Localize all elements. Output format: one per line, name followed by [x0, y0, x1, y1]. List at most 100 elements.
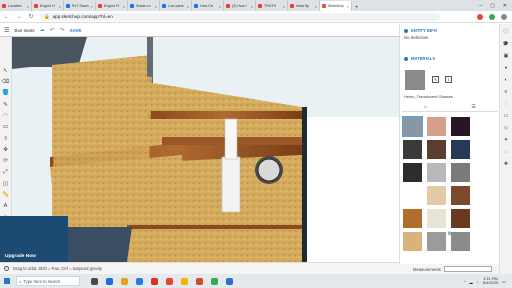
- tab-close-icon[interactable]: ×: [91, 4, 93, 9]
- pushpull-tool-icon[interactable]: ⇧: [2, 136, 9, 143]
- measurements-input[interactable]: [443, 266, 492, 272]
- materials-tab-icon[interactable]: ●: [503, 64, 510, 71]
- info-icon[interactable]: [4, 266, 9, 271]
- import-material-icon[interactable]: ⇩: [445, 76, 452, 83]
- browser-tab[interactable]: (2) How t ×: [224, 1, 256, 11]
- material-swatch[interactable]: [402, 116, 423, 137]
- taskbar-app-icon[interactable]: [225, 277, 234, 286]
- entity-info-header[interactable]: ENTITY INFO: [400, 26, 499, 35]
- taskbar-app-icon[interactable]: [165, 277, 174, 286]
- edit-material-icon[interactable]: ✎: [432, 76, 439, 83]
- taskbar-search[interactable]: ⌕ Type here to search: [16, 276, 80, 286]
- extensions-icon[interactable]: ✚: [503, 160, 510, 167]
- taskbar-app-icon[interactable]: [195, 277, 204, 286]
- move-tool-icon[interactable]: ✥: [2, 147, 9, 154]
- profile-icon[interactable]: [501, 13, 507, 20]
- material-swatch[interactable]: [427, 186, 446, 205]
- line-tool-icon[interactable]: ✎: [2, 102, 9, 109]
- shape-tool-icon[interactable]: ▭: [2, 124, 9, 131]
- notification-icon[interactable]: ▭: [502, 279, 506, 284]
- soften-icon[interactable]: ◌: [503, 148, 510, 155]
- extension-icon[interactable]: [489, 13, 495, 20]
- instructor-icon[interactable]: 🎓: [503, 40, 510, 47]
- material-swatch[interactable]: [451, 209, 470, 228]
- material-swatch[interactable]: [427, 163, 446, 182]
- home-icon[interactable]: ⌂: [424, 104, 427, 110]
- entity-info-tab-icon[interactable]: ⓘ: [503, 28, 510, 35]
- scenes-icon[interactable]: ▭: [503, 112, 510, 119]
- tab-close-icon[interactable]: ×: [315, 4, 317, 9]
- taskbar-app-icon[interactable]: [120, 277, 129, 286]
- text-tool-icon[interactable]: A: [2, 204, 9, 211]
- minimize-icon[interactable]: –: [479, 3, 482, 9]
- close-icon[interactable]: ✕: [503, 3, 507, 9]
- material-swatch[interactable]: [451, 117, 470, 136]
- taskbar-app-icon[interactable]: [180, 277, 189, 286]
- extension-icon[interactable]: [477, 13, 483, 20]
- tab-close-icon[interactable]: ×: [59, 4, 61, 9]
- styles-icon[interactable]: ◐: [503, 76, 510, 83]
- tab-close-icon[interactable]: ×: [283, 4, 285, 9]
- settings-icon[interactable]: ⚙: [447, 231, 451, 237]
- browser-tab[interactable]: How Ca ×: [192, 1, 224, 11]
- tab-close-icon[interactable]: ×: [347, 4, 349, 9]
- material-swatch[interactable]: [403, 186, 422, 205]
- tab-close-icon[interactable]: ×: [219, 4, 221, 9]
- paint-tool-icon[interactable]: 🪣: [2, 91, 9, 98]
- tab-close-icon[interactable]: ×: [27, 4, 29, 9]
- material-swatch[interactable]: [451, 186, 470, 205]
- browser-tab[interactable]: Insta Sp ×: [288, 1, 320, 11]
- browser-tab[interactable]: Location ×: [0, 1, 32, 11]
- tab-close-icon[interactable]: ×: [123, 4, 125, 9]
- browser-tab[interactable]: RLT Racin ×: [64, 1, 96, 11]
- taskbar-app-icon[interactable]: [105, 277, 114, 286]
- network-icon[interactable]: ▂: [470, 279, 473, 284]
- scale-tool-icon[interactable]: ⤢: [2, 170, 9, 177]
- menu-icon[interactable]: ☰: [4, 27, 9, 34]
- components-icon[interactable]: ▣: [503, 52, 510, 59]
- volume-icon[interactable]: ♪: [477, 279, 479, 284]
- browser-tab[interactable]: Low pane ×: [160, 1, 192, 11]
- arc-tool-icon[interactable]: ◠: [2, 113, 9, 120]
- maximize-icon[interactable]: ▢: [490, 3, 495, 9]
- back-icon[interactable]: ←: [4, 14, 10, 20]
- material-swatch[interactable]: [451, 140, 470, 159]
- clock[interactable]: 1:31 PM 8/4/2020: [483, 276, 499, 286]
- taskbar-app-icon[interactable]: [135, 277, 144, 286]
- solid-tools-icon[interactable]: ✦: [503, 136, 510, 143]
- display-icon[interactable]: ◇: [503, 124, 510, 131]
- tray-chevron-icon[interactable]: ^: [464, 279, 466, 284]
- select-tool-icon[interactable]: ↖: [2, 68, 9, 75]
- materials-header[interactable]: MATERIALS: [400, 54, 499, 63]
- upgrade-label[interactable]: Upgrade Now: [5, 254, 36, 259]
- outliner-icon[interactable]: ⋮: [503, 100, 510, 107]
- browser-tab[interactable]: SketchUp ×: [320, 1, 352, 11]
- material-swatch[interactable]: [427, 117, 446, 136]
- address-bar[interactable]: 🔒 app.sketchup.com/app?hl=en: [40, 12, 440, 21]
- tab-close-icon[interactable]: ×: [187, 4, 189, 9]
- start-button[interactable]: [2, 276, 12, 286]
- material-swatch[interactable]: [403, 140, 422, 159]
- material-swatch[interactable]: [451, 163, 470, 182]
- tape-tool-icon[interactable]: 📏: [2, 192, 9, 199]
- browser-tab[interactable]: Engine Fr ×: [96, 1, 128, 11]
- redo-icon[interactable]: ↷: [60, 27, 65, 34]
- browser-tab[interactable]: Engine H ×: [32, 1, 64, 11]
- current-material-preview[interactable]: [405, 70, 425, 90]
- taskbar-app-icon[interactable]: [90, 277, 99, 286]
- save-button[interactable]: SAVE: [70, 28, 82, 33]
- taskbar-app-icon[interactable]: [210, 277, 219, 286]
- eraser-tool-icon[interactable]: ⌫: [2, 79, 10, 86]
- forward-icon[interactable]: →: [16, 14, 22, 20]
- tab-close-icon[interactable]: ×: [155, 4, 157, 9]
- offset-tool-icon[interactable]: ◫: [2, 181, 9, 188]
- undo-icon[interactable]: ↶: [50, 27, 55, 34]
- model-name[interactable]: Bus seats: [14, 28, 34, 33]
- taskbar-app-icon[interactable]: [150, 277, 159, 286]
- model-render[interactable]: [12, 37, 399, 262]
- list-view-icon[interactable]: ☰: [471, 104, 475, 110]
- material-swatch[interactable]: [427, 209, 446, 228]
- model-viewport[interactable]: [12, 37, 399, 262]
- material-swatch[interactable]: [427, 140, 446, 159]
- rotate-tool-icon[interactable]: ⟳: [2, 158, 9, 165]
